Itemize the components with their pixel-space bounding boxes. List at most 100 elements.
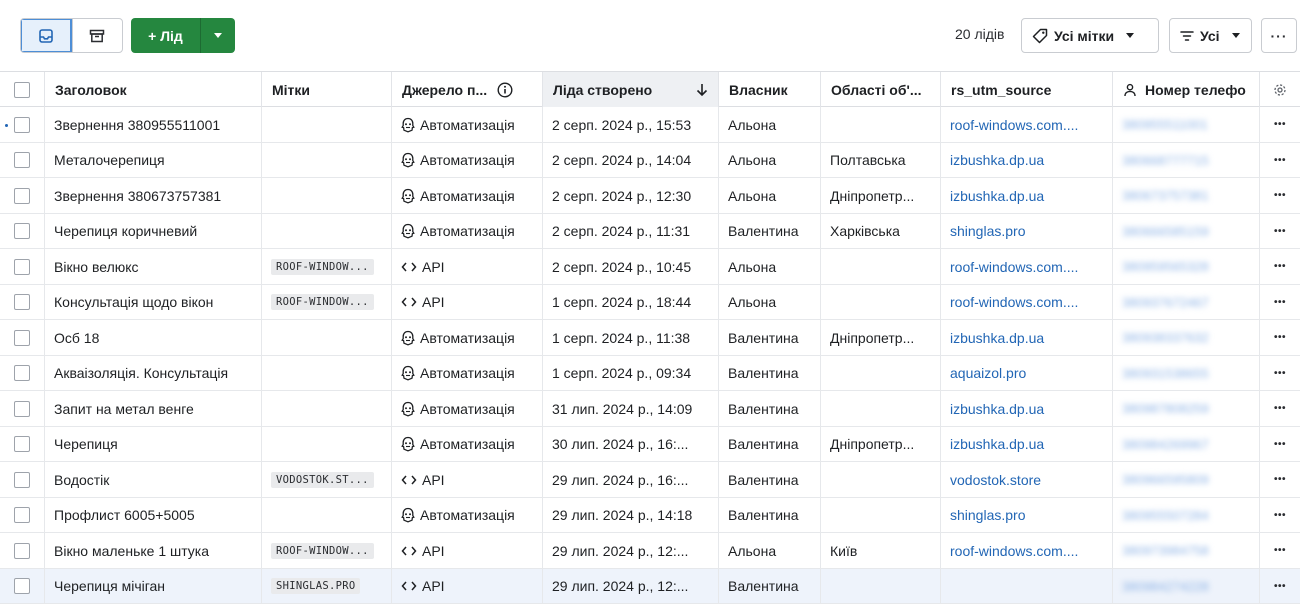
lead-title[interactable]: Черепиця: [54, 436, 118, 452]
add-lead-button[interactable]: + Лід: [131, 18, 200, 53]
phone-number[interactable]: 380673757381: [1122, 188, 1209, 203]
gear-icon[interactable]: [1273, 83, 1287, 97]
utm-source-link[interactable]: izbushka.dp.ua: [950, 330, 1044, 346]
tags-filter-button[interactable]: Усі мітки: [1021, 18, 1159, 53]
table-row[interactable]: Вікно маленьке 1 штука ROOF-WINDOW... API 2…: [0, 533, 1300, 569]
cell-title[interactable]: Черепиця: [45, 426, 262, 462]
lead-title[interactable]: Звернення 380673757381: [54, 188, 221, 204]
tag-chip[interactable]: ROOF-WINDOW...: [271, 294, 374, 310]
phone-number[interactable]: 380984269967: [1122, 437, 1209, 452]
tag-chip[interactable]: ROOF-WINDOW...: [271, 542, 374, 559]
utm-source-link[interactable]: roof-windows.com....: [950, 259, 1078, 275]
row-menu-icon[interactable]: •••: [1274, 261, 1286, 272]
tag-chip[interactable]: ROOF-WINDOW...: [271, 258, 374, 275]
utm-source-link[interactable]: shinglas.pro: [950, 223, 1026, 239]
table-row[interactable]: Консультація щодо вікон ROOF-WINDOW... API…: [0, 284, 1300, 320]
phone-number[interactable]: 380666585159: [1122, 224, 1209, 239]
utm-source-link[interactable]: roof-windows.com....: [950, 117, 1078, 133]
lead-title[interactable]: Черепиця мічіган: [54, 578, 165, 594]
phone-number[interactable]: 380966595809: [1122, 472, 1209, 487]
phone-number[interactable]: 380938337632: [1122, 330, 1209, 345]
table-row[interactable]: Запит на метал венге Автоматизація 31 лип.…: [0, 391, 1300, 427]
column-header-tags[interactable]: Мітки: [262, 72, 392, 107]
lead-title[interactable]: Водостік: [54, 472, 109, 488]
lead-title[interactable]: Консультація щодо вікон: [54, 294, 213, 310]
phone-number[interactable]: 380955507284: [1122, 508, 1209, 523]
row-menu-icon[interactable]: •••: [1274, 403, 1286, 414]
cell-title[interactable]: Звернення 380673757381: [45, 178, 262, 213]
row-menu-icon[interactable]: •••: [1274, 581, 1286, 592]
utm-source-link[interactable]: izbushka.dp.ua: [950, 401, 1044, 417]
row-checkbox[interactable]: [14, 152, 30, 168]
tag-chip[interactable]: SHINGLAS.PRO: [271, 578, 361, 594]
table-row[interactable]: Звернення 380673757381 Автоматизація 2 сер…: [0, 178, 1300, 214]
column-header-region[interactable]: Області об'...: [821, 72, 941, 107]
cell-title[interactable]: Черепиця коричневий: [45, 213, 262, 249]
phone-number[interactable]: 380668777715: [1122, 153, 1209, 168]
phone-number[interactable]: 380987808259: [1122, 401, 1209, 416]
row-checkbox[interactable]: [14, 507, 30, 523]
utm-source-link[interactable]: vodostok.store: [950, 472, 1041, 488]
row-menu-icon[interactable]: •••: [1274, 155, 1286, 166]
lead-title[interactable]: Вікно велюкс: [54, 259, 139, 275]
row-checkbox[interactable]: [14, 187, 30, 204]
table-row[interactable]: Акваізоляція. Консультація Автоматизація 1…: [0, 355, 1300, 391]
row-checkbox[interactable]: [14, 329, 30, 346]
utm-source-link[interactable]: izbushka.dp.ua: [950, 436, 1044, 452]
lead-title[interactable]: Металочерепиця: [54, 152, 165, 168]
row-menu-icon[interactable]: •••: [1274, 297, 1286, 308]
lead-title[interactable]: Осб 18: [54, 330, 99, 346]
table-row[interactable]: Металочерепиця Автоматизація 2 серп. 2024 …: [0, 142, 1300, 178]
table-row[interactable]: Вікно велюкс ROOF-WINDOW... API 2 серп. 202…: [0, 249, 1300, 285]
info-icon[interactable]: [497, 81, 513, 98]
row-menu-icon[interactable]: •••: [1274, 119, 1286, 130]
cell-title[interactable]: Водостік: [45, 462, 262, 497]
column-header-title[interactable]: Заголовок: [45, 72, 262, 107]
lead-title[interactable]: Вікно маленьке 1 штука: [54, 543, 209, 559]
row-checkbox[interactable]: [14, 436, 30, 452]
row-menu-icon[interactable]: •••: [1274, 439, 1286, 450]
utm-source-link[interactable]: izbushka.dp.ua: [950, 188, 1044, 204]
table-row[interactable]: Водостік VODOSTOK.ST... API 29 лип. 2024 р.…: [0, 462, 1300, 498]
cell-title[interactable]: Черепиця мічіган: [45, 568, 262, 604]
column-header-owner[interactable]: Власник: [719, 72, 821, 107]
utm-source-link[interactable]: aquaizol.pro: [950, 365, 1026, 381]
phone-number[interactable]: 380959565328: [1122, 259, 1209, 274]
row-menu-icon[interactable]: •••: [1274, 510, 1286, 521]
utm-source-link[interactable]: shinglas.pro: [950, 507, 1026, 523]
row-checkbox[interactable]: [14, 116, 30, 133]
phone-number[interactable]: 380984274228: [1122, 579, 1209, 594]
utm-source-link[interactable]: izbushka.dp.ua: [950, 152, 1044, 168]
table-row[interactable]: Профлист 6005+5005 Автоматизація 29 лип. 2…: [0, 497, 1300, 533]
lead-title[interactable]: Акваізоляція. Консультація: [54, 365, 228, 381]
cell-title[interactable]: Звернення 380955511001: [45, 107, 262, 142]
row-checkbox[interactable]: [14, 471, 30, 488]
phone-number[interactable]: 380937672467: [1122, 295, 1209, 310]
more-options-button[interactable]: ···: [1261, 18, 1297, 53]
cell-title[interactable]: Вікно маленьке 1 штука: [45, 533, 262, 568]
cell-title[interactable]: Осб 18: [45, 320, 262, 355]
cell-title[interactable]: Запит на метал венге: [45, 391, 262, 426]
cell-title[interactable]: Консультація щодо вікон: [45, 284, 262, 320]
row-menu-icon[interactable]: •••: [1274, 368, 1286, 379]
add-lead-dropdown-button[interactable]: [200, 18, 235, 53]
lead-title[interactable]: Звернення 380955511001: [54, 117, 220, 133]
table-row[interactable]: Осб 18 Автоматизація 1 серп. 2024 р., 11:3…: [0, 320, 1300, 356]
cell-title[interactable]: Акваізоляція. Консультація: [45, 355, 262, 391]
row-menu-icon[interactable]: •••: [1274, 226, 1286, 237]
cell-title[interactable]: Вікно велюкс: [45, 249, 262, 284]
archive-view-button[interactable]: [71, 19, 123, 52]
row-menu-icon[interactable]: •••: [1274, 190, 1286, 201]
lead-title[interactable]: Запит на метал венге: [54, 401, 194, 417]
column-header-utm-source[interactable]: rs_utm_source: [941, 72, 1113, 107]
phone-number[interactable]: 380973984758: [1122, 543, 1209, 558]
table-row[interactable]: Черепиця мічіган SHINGLAS.PRO API 29 лип. 2…: [0, 568, 1300, 604]
row-menu-icon[interactable]: •••: [1274, 474, 1286, 485]
utm-source-link[interactable]: roof-windows.com....: [950, 543, 1078, 559]
row-checkbox[interactable]: [14, 223, 30, 239]
row-menu-icon[interactable]: •••: [1274, 545, 1286, 556]
column-header-phone[interactable]: Номер телефо: [1113, 72, 1260, 107]
cell-title[interactable]: Металочерепиця: [45, 142, 262, 178]
table-row[interactable]: Черепиця Автоматизація 30 лип. 2024 р., 16…: [0, 426, 1300, 462]
column-header-source[interactable]: Джерело п...: [392, 72, 543, 107]
